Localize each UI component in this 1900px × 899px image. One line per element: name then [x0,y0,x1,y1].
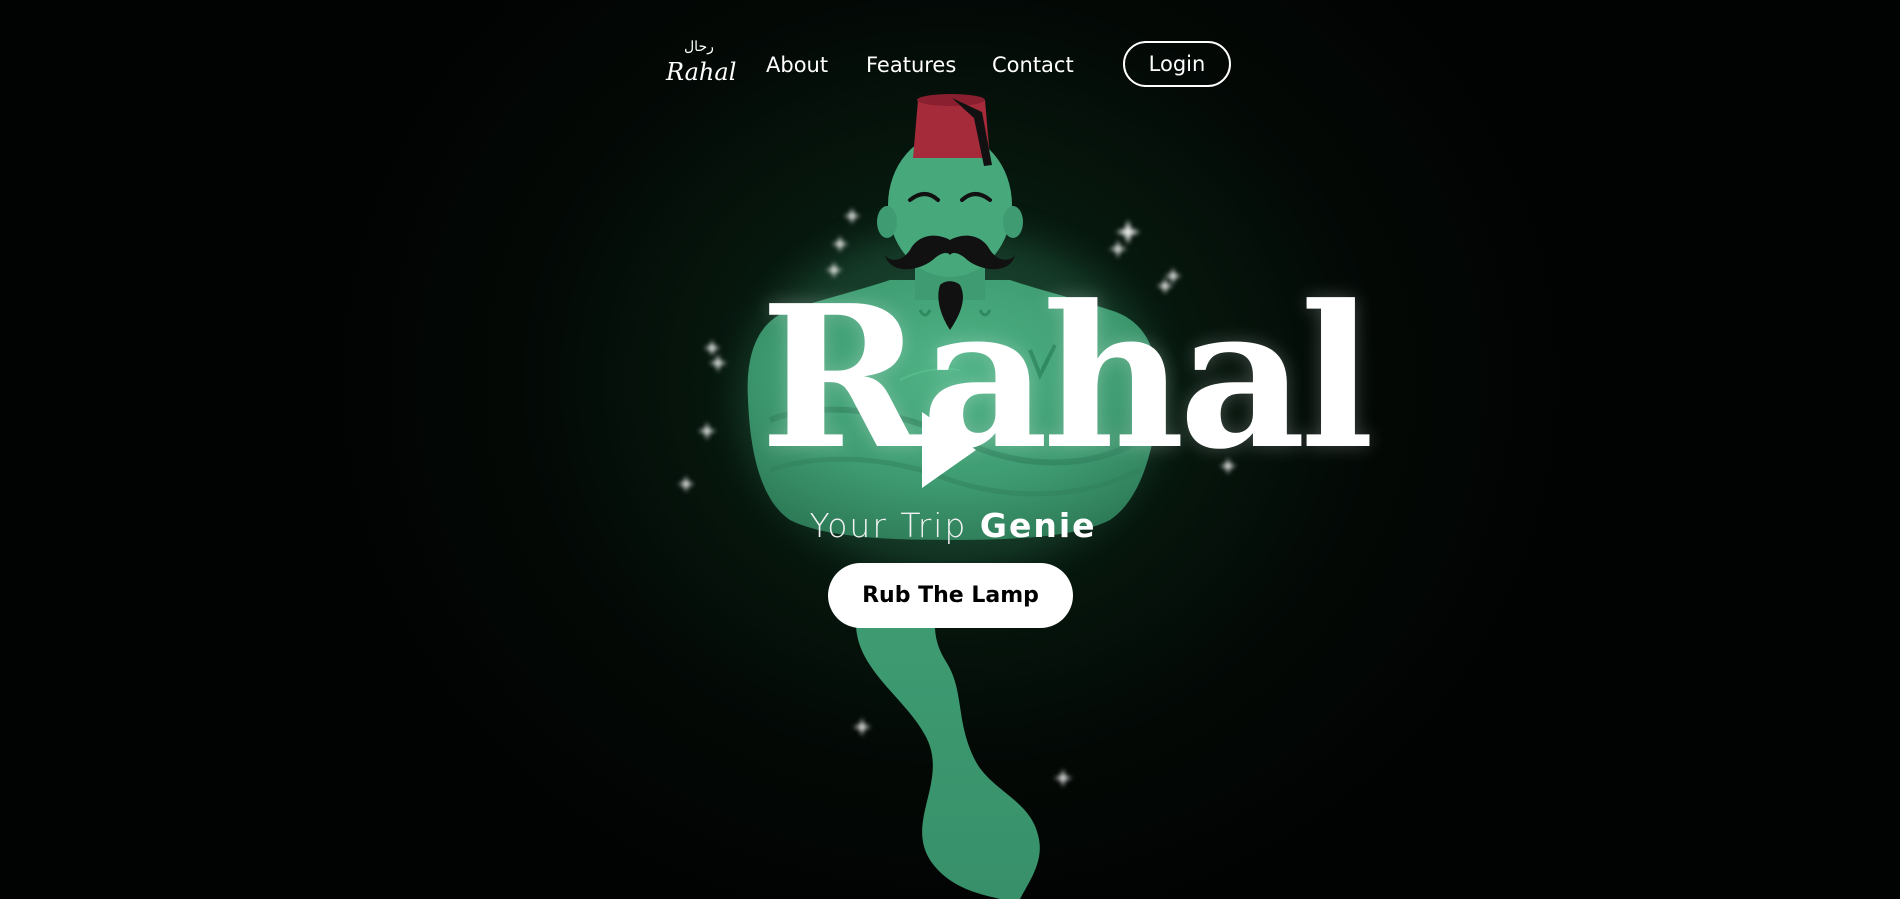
nav-link-features[interactable]: Features [866,53,956,77]
sparkle-icon [1054,769,1072,787]
logo-text: Rahal [666,58,737,86]
sparkle-icon [1116,220,1140,244]
sparkle-icon [832,236,848,252]
sparkle-icon [853,718,871,736]
sparkle-icon [1109,240,1127,258]
sparkle-icon [844,208,860,224]
login-button[interactable]: Login [1123,41,1231,87]
top-navigation: رحال Rahal About Features Contact Login [0,40,1900,90]
sparkle-icon [678,476,694,492]
logo-arabic-text: رحال [684,39,714,55]
genie-tail [855,600,1040,899]
play-icon[interactable] [920,410,980,490]
tagline-light-text: Your Trip [809,506,968,545]
sparkle-icon [704,340,720,356]
landing-page: رحال Rahal About Features Contact Login … [0,0,1900,899]
tagline-bold-text: Genie [979,506,1097,545]
rahal-logo[interactable]: رحال Rahal [664,39,736,90]
sparkle-icon [698,422,716,440]
hero-tagline: Your Trip Genie [760,506,1146,546]
nav-link-contact[interactable]: Contact [992,53,1074,77]
sparkle-icon [709,354,727,372]
nav-link-about[interactable]: About [766,53,828,77]
rub-the-lamp-button[interactable]: Rub The Lamp [828,563,1073,628]
